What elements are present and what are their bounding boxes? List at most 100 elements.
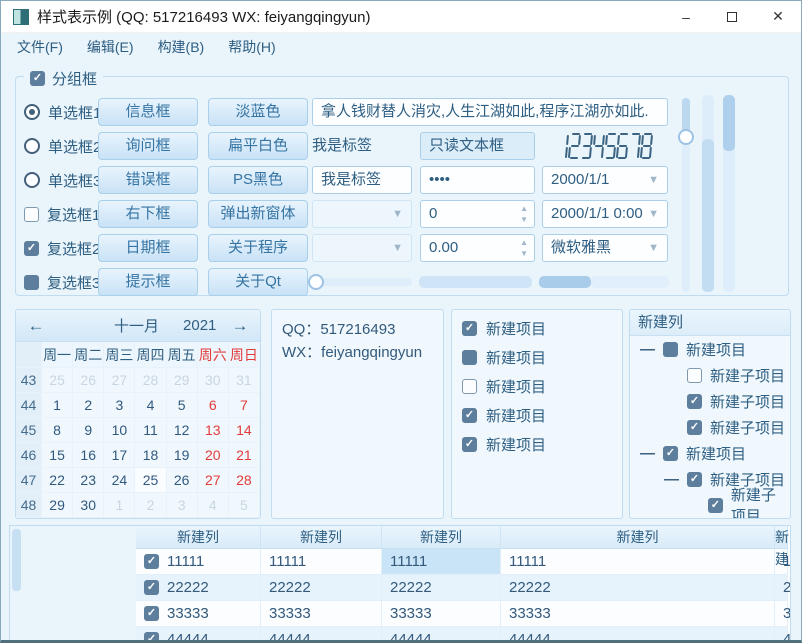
calendar-day-cell[interactable]: 24 xyxy=(104,468,135,493)
datetime-edit[interactable]: 2000/1/1 0:00▼ xyxy=(542,200,668,228)
calendar-day-cell[interactable]: 8 xyxy=(42,418,73,443)
chevron-down-icon[interactable]: ▼ xyxy=(648,235,659,261)
vscrollbar2-handle[interactable] xyxy=(723,95,735,151)
hscrollbar-subpage[interactable] xyxy=(419,276,532,288)
push-button[interactable]: 信息框 xyxy=(98,98,198,126)
checkbox-option-1[interactable]: 复选框1 xyxy=(24,200,101,228)
calendar-day-cell[interactable]: 28 xyxy=(229,468,260,493)
empty-combobox-2[interactable]: ▼ xyxy=(312,234,412,262)
calendar-day-cell[interactable]: 27 xyxy=(198,468,229,493)
list-item[interactable]: 新建项目 xyxy=(452,343,622,372)
menu-edit[interactable]: 编辑(E) xyxy=(75,34,146,61)
table-cell[interactable]: 22222 xyxy=(136,575,261,601)
push-button[interactable]: 右下框 xyxy=(98,200,198,228)
horizontal-slider-handle[interactable] xyxy=(308,274,324,290)
calendar-day-cell[interactable]: 18 xyxy=(135,443,166,468)
calendar-day-cell[interactable]: 1 xyxy=(104,493,135,518)
table-cell[interactable]: 22222 xyxy=(775,575,788,601)
motto-input[interactable]: 拿人钱财替人消灾,人生江湖如此,程序江湖亦如此. xyxy=(312,98,668,126)
calendar-day-cell[interactable]: 3 xyxy=(167,493,198,518)
row-checkbox-icon[interactable] xyxy=(144,632,159,641)
chevron-down-icon[interactable]: ▼ xyxy=(392,235,403,261)
calendar-day-cell[interactable]: 20 xyxy=(198,443,229,468)
spinbox[interactable]: 0▲▼ xyxy=(420,200,535,228)
tree-row[interactable]: 新建子项目 xyxy=(630,492,790,518)
calendar-day-cell[interactable]: 30 xyxy=(198,368,229,393)
calendar-day-cell[interactable]: 25 xyxy=(42,368,73,393)
vscrollbar-handle[interactable] xyxy=(702,139,714,292)
calendar-day-cell[interactable]: 31 xyxy=(229,368,260,393)
push-button[interactable]: 提示框 xyxy=(98,268,198,296)
prev-month-icon[interactable]: ← xyxy=(16,316,56,336)
table-cell[interactable]: 11111 xyxy=(382,549,501,575)
push-button[interactable]: 淡蓝色 xyxy=(208,98,308,126)
list-item[interactable]: 新建项目 xyxy=(452,372,622,401)
push-button[interactable]: 关于程序 xyxy=(208,234,308,262)
radio-icon[interactable] xyxy=(24,138,40,154)
table-cell[interactable]: 44444 xyxy=(775,627,788,641)
checkbox-icon[interactable] xyxy=(462,437,477,452)
calendar-day-cell[interactable]: 7 xyxy=(229,393,260,418)
checkbox-icon[interactable] xyxy=(687,394,702,409)
checkbox-icon[interactable] xyxy=(708,498,723,513)
table-cell[interactable]: 22222 xyxy=(382,575,501,601)
push-button[interactable]: 关于Qt xyxy=(208,268,308,296)
list-item[interactable]: 新建项目 xyxy=(452,401,622,430)
calendar-day-cell[interactable]: 13 xyxy=(198,418,229,443)
checkbox-icon[interactable] xyxy=(687,472,702,487)
push-button[interactable]: PS黑色 xyxy=(208,166,308,194)
calendar-day-cell[interactable]: 29 xyxy=(42,493,73,518)
table-vscrollbar[interactable] xyxy=(10,526,136,641)
calendar-day-cell[interactable]: 10 xyxy=(104,418,135,443)
table-cell[interactable]: 11111 xyxy=(136,549,261,575)
table-vscrollbar-handle[interactable] xyxy=(12,529,21,591)
tree-row[interactable]: —新建项目 xyxy=(630,440,790,466)
table-cell[interactable]: 44444 xyxy=(501,627,775,641)
collapse-icon[interactable]: — xyxy=(664,471,679,488)
table-cell[interactable]: 11111 xyxy=(501,549,775,575)
calendar-day-cell[interactable]: 2 xyxy=(135,493,166,518)
table-cell[interactable]: 33333 xyxy=(775,601,788,627)
checkbox-icon[interactable] xyxy=(24,207,39,222)
calendar-day-cell[interactable]: 6 xyxy=(198,393,229,418)
calendar-day-cell[interactable]: 14 xyxy=(229,418,260,443)
menu-build[interactable]: 构建(B) xyxy=(146,34,217,61)
table-cell[interactable]: 22222 xyxy=(261,575,382,601)
tree-header[interactable]: 新建列 xyxy=(630,310,790,336)
spin-arrows-icon[interactable]: ▲▼ xyxy=(520,203,528,225)
calendar-year[interactable]: 2021 xyxy=(183,317,216,334)
calendar-day-cell[interactable]: 28 xyxy=(135,368,166,393)
checkbox-icon[interactable] xyxy=(663,446,678,461)
horizontal-slider-track[interactable] xyxy=(312,278,412,286)
checkbox-icon[interactable] xyxy=(462,321,477,336)
calendar-day-cell[interactable]: 26 xyxy=(167,468,198,493)
table-cell[interactable]: 44444 xyxy=(136,627,261,641)
tree-row[interactable]: 新建子项目 xyxy=(630,388,790,414)
empty-combobox-1[interactable]: ▼ xyxy=(312,200,412,228)
next-month-icon[interactable]: → xyxy=(220,316,260,336)
calendar-day-cell[interactable]: 1 xyxy=(42,393,73,418)
row-checkbox-icon[interactable] xyxy=(144,554,159,569)
checkbox-icon[interactable] xyxy=(663,342,678,357)
calendar-month[interactable]: 十一月 xyxy=(114,315,159,336)
row-checkbox-icon[interactable] xyxy=(144,606,159,621)
calendar-day-cell[interactable]: 11 xyxy=(135,418,166,443)
tree-row[interactable]: 新建子项目 xyxy=(630,414,790,440)
calendar-day-cell[interactable]: 30 xyxy=(73,493,104,518)
list-item[interactable]: 新建项目 xyxy=(452,314,622,343)
radio-icon[interactable] xyxy=(24,172,40,188)
checkbox-icon[interactable] xyxy=(687,420,702,435)
checkbox-icon[interactable] xyxy=(462,350,477,365)
checkbox-option-2[interactable]: 复选框2 xyxy=(24,234,101,262)
calendar-day-cell[interactable]: 9 xyxy=(73,418,104,443)
table-cell[interactable]: 44444 xyxy=(261,627,382,641)
calendar-day-cell[interactable]: 22 xyxy=(42,468,73,493)
menu-file[interactable]: 文件(F) xyxy=(5,34,75,61)
push-button[interactable]: 扁平白色 xyxy=(208,132,308,160)
calendar-day-selected[interactable]: 25 xyxy=(135,468,166,493)
collapse-icon[interactable]: — xyxy=(640,445,655,462)
menu-help[interactable]: 帮助(H) xyxy=(216,34,287,61)
checkbox-icon[interactable] xyxy=(462,408,477,423)
table-cell[interactable]: 22222 xyxy=(501,575,775,601)
date-edit[interactable]: 2000/1/1▼ xyxy=(542,166,668,194)
